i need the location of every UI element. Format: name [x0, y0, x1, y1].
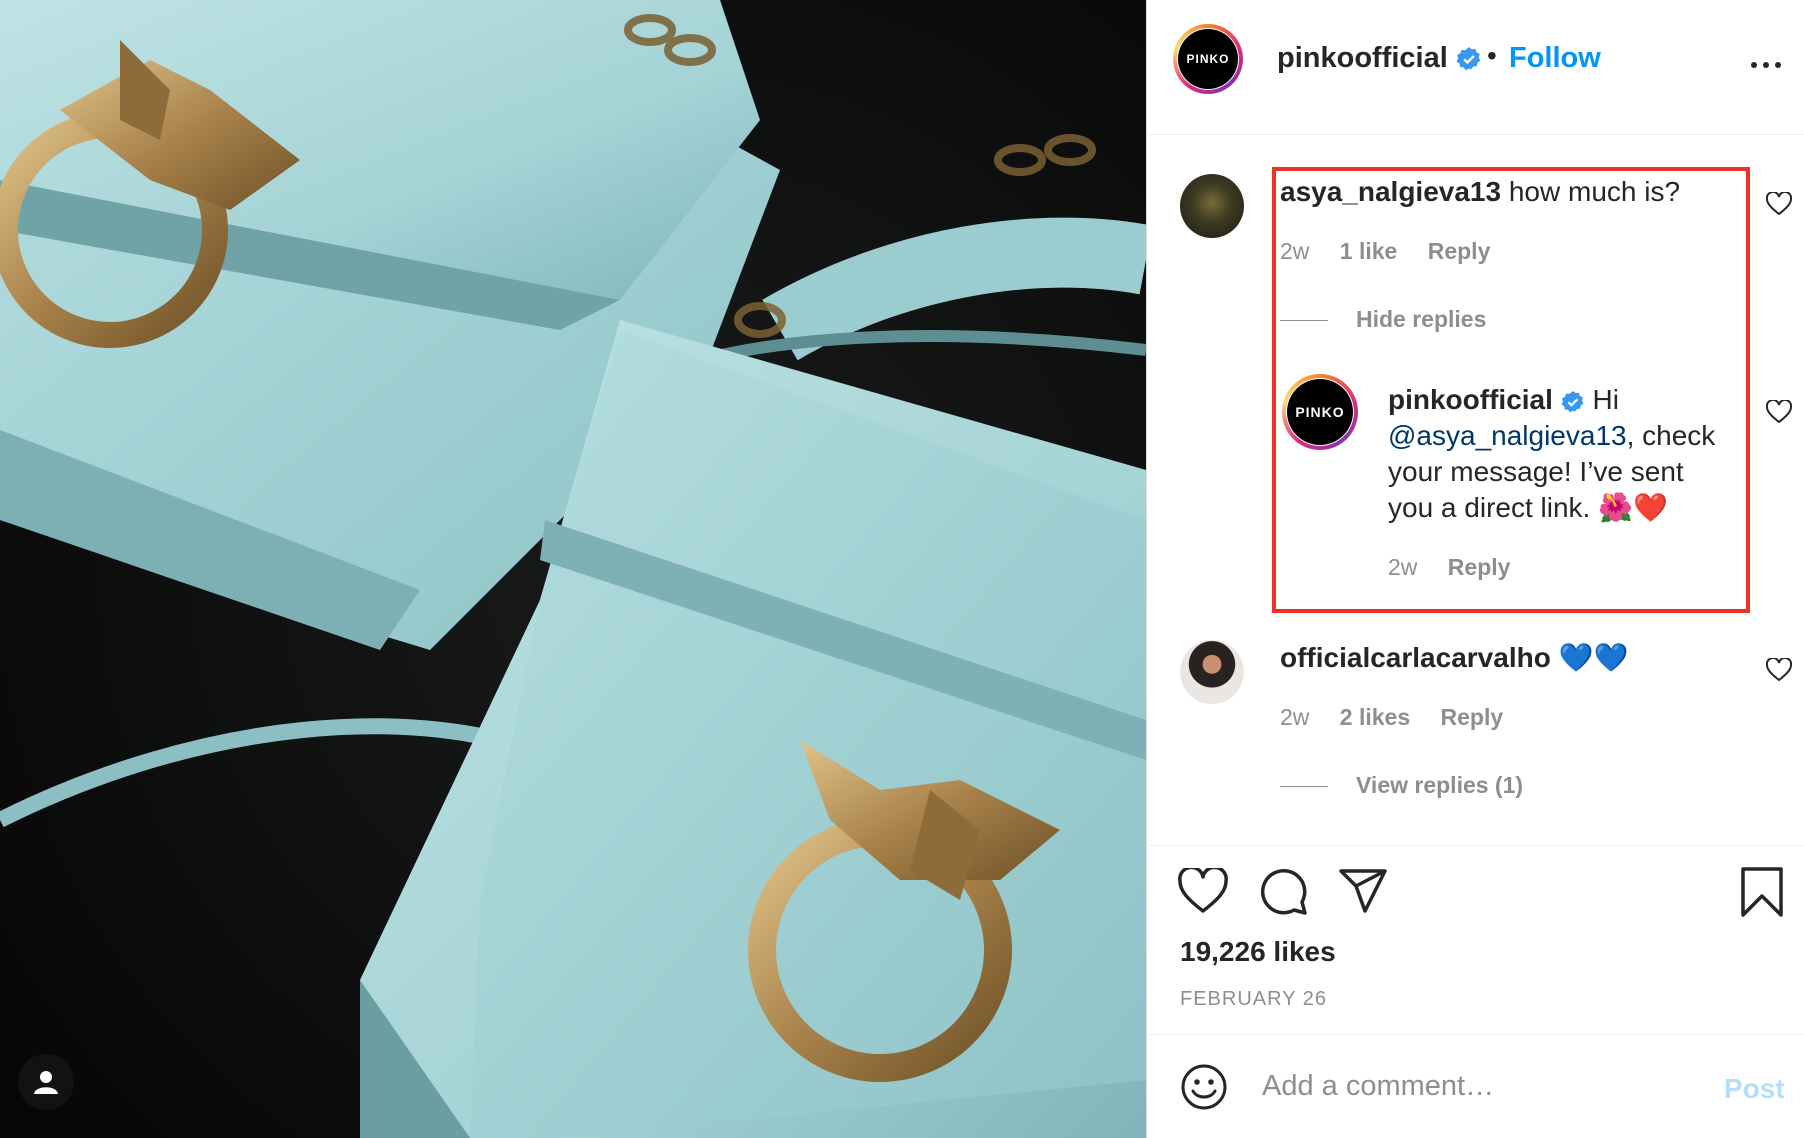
reply-like-heart-icon[interactable]	[1766, 400, 1792, 424]
comment-reply-button[interactable]: Reply	[1428, 238, 1491, 264]
add-comment-input[interactable]	[1260, 1059, 1704, 1113]
reply-greeting: Hi	[1592, 384, 1619, 415]
actions-divider	[1146, 845, 1804, 846]
comment-body: how much is?	[1508, 176, 1681, 207]
user-tag-button[interactable]	[18, 1054, 74, 1110]
author-avatar: PINKO	[1178, 29, 1238, 89]
like-heart-icon[interactable]	[1178, 868, 1228, 914]
handbags-image	[0, 0, 1146, 1138]
hide-replies-label: Hide replies	[1356, 306, 1487, 332]
emoji-smile-icon[interactable]	[1180, 1063, 1228, 1111]
header-separator: •	[1487, 40, 1497, 71]
user-tag-icon	[34, 1071, 58, 1094]
post-header: PINKO pinkoofficial • Follow	[1147, 0, 1804, 135]
view-replies-label: View replies (1)	[1356, 772, 1524, 798]
replies-divider-line	[1280, 320, 1328, 322]
comment-composer: Post	[1146, 1034, 1804, 1138]
verified-badge-icon	[1561, 390, 1584, 412]
comment-meta: 2w 2 likes Reply	[1280, 704, 1503, 731]
comment-time[interactable]: 2w	[1280, 238, 1309, 264]
comment-text: asya_nalgieva13 how much is?	[1280, 174, 1680, 210]
comment-reply-button[interactable]: Reply	[1441, 704, 1504, 730]
comment-like-heart-icon[interactable]	[1766, 192, 1792, 216]
commenter-avatar[interactable]	[1180, 174, 1244, 238]
view-replies-toggle[interactable]: View replies (1)	[1280, 772, 1523, 799]
reply-reply-button[interactable]: Reply	[1448, 554, 1511, 580]
paper-plane-icon[interactable]	[1338, 868, 1388, 914]
follow-button[interactable]: Follow	[1509, 42, 1601, 75]
reply-avatar: PINKO	[1287, 379, 1353, 445]
comment-username[interactable]: officialcarlacarvalho	[1280, 642, 1551, 673]
author-username-container[interactable]: pinkoofficial	[1277, 42, 1482, 75]
comment-text: officialcarlacarvalho 💙💙	[1280, 640, 1628, 676]
comment-likes[interactable]: 1 like	[1340, 238, 1398, 264]
comment-meta: 2w 1 like Reply	[1280, 238, 1490, 265]
verified-badge-icon	[1456, 47, 1481, 71]
comment-like-heart-icon[interactable]	[1766, 658, 1792, 682]
comment-likes[interactable]: 2 likes	[1340, 704, 1410, 730]
author-username[interactable]: pinkoofficial	[1277, 42, 1448, 74]
replies-divider-line	[1280, 786, 1328, 788]
post-date[interactable]: FEBRUARY 26	[1180, 988, 1327, 1011]
post-photo[interactable]	[0, 0, 1146, 1138]
author-avatar-ring[interactable]: PINKO	[1173, 24, 1243, 94]
reply-text: pinkoofficial Hi @asya_nalgieva13, check…	[1388, 382, 1728, 526]
reply-meta: 2w Reply	[1388, 554, 1510, 581]
commenter-avatar[interactable]	[1180, 640, 1244, 704]
comment-body: 💙💙	[1558, 642, 1629, 673]
reply-time[interactable]: 2w	[1388, 554, 1417, 580]
reply-username[interactable]: pinkoofficial	[1388, 384, 1553, 415]
hide-replies-toggle[interactable]: Hide replies	[1280, 306, 1486, 333]
comment-username[interactable]: asya_nalgieva13	[1280, 176, 1501, 207]
comment-bubble-icon[interactable]	[1258, 866, 1308, 916]
likes-count[interactable]: 19,226 likes	[1180, 936, 1336, 968]
more-options-icon[interactable]	[1747, 50, 1787, 80]
post-comment-button[interactable]: Post	[1724, 1073, 1785, 1105]
comment-time[interactable]: 2w	[1280, 704, 1309, 730]
bookmark-icon[interactable]	[1740, 866, 1784, 918]
reply-avatar-ring[interactable]: PINKO	[1282, 374, 1358, 450]
reply-mention[interactable]: @asya_nalgieva13	[1388, 420, 1627, 451]
